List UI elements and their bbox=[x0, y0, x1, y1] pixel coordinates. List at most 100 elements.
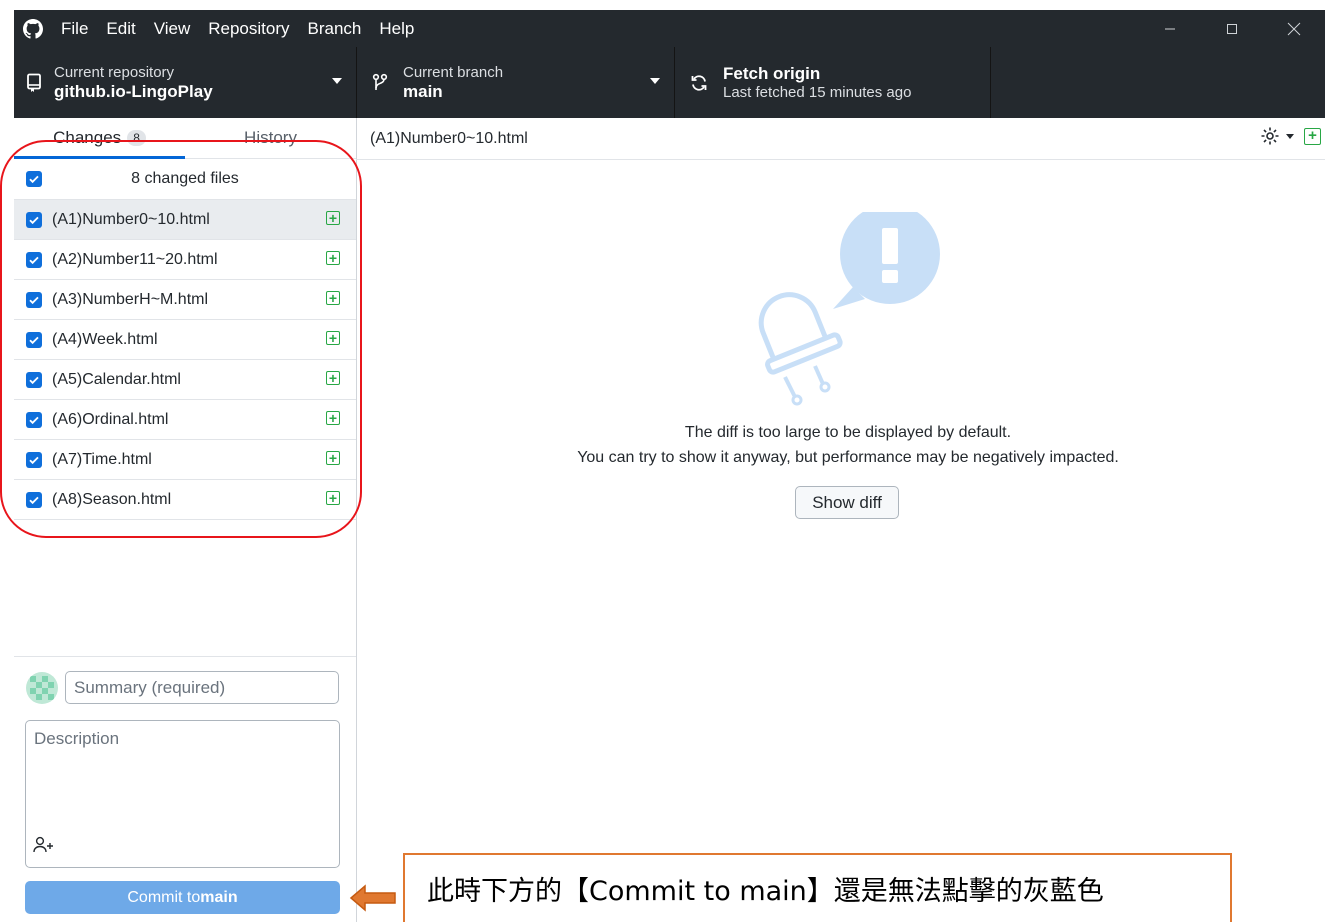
toolbar: Current repository github.io-LingoPlay C… bbox=[14, 47, 1325, 118]
file-added-icon: + bbox=[326, 371, 340, 385]
changed-files-header: 8 changed files bbox=[14, 159, 356, 200]
file-name: (A7)Time.html bbox=[52, 450, 152, 468]
current-repository-button[interactable]: Current repository github.io-LingoPlay bbox=[14, 47, 357, 118]
tab-history[interactable]: History bbox=[185, 118, 356, 158]
file-checkbox[interactable] bbox=[26, 491, 42, 508]
file-row[interactable]: (A2)Number11~20.html + bbox=[14, 240, 356, 280]
callout-arrow-icon bbox=[349, 884, 396, 912]
checkmark-icon bbox=[29, 456, 39, 464]
file-checkbox[interactable] bbox=[26, 211, 42, 228]
changed-files-count: 8 changed files bbox=[131, 170, 239, 187]
minimize-icon bbox=[1165, 28, 1175, 29]
file-added-icon: + bbox=[326, 491, 340, 505]
annotation-callout-text: 此時下方的【Commit to main】還是無法點擊的灰藍色 bbox=[427, 876, 1104, 907]
menu-view[interactable]: View bbox=[145, 19, 200, 39]
file-name: (A3)NumberH~M.html bbox=[52, 290, 209, 308]
changes-count-badge: 8 bbox=[127, 130, 146, 146]
current-branch-name: main bbox=[403, 81, 443, 101]
maximize-icon bbox=[1227, 23, 1237, 34]
avatar bbox=[26, 672, 58, 704]
file-row[interactable]: (A5)Calendar.html + bbox=[14, 360, 356, 400]
current-repository-label: Current repository bbox=[54, 63, 175, 81]
minimize-button[interactable] bbox=[1139, 23, 1201, 35]
file-row[interactable]: (A6)Ordinal.html + bbox=[14, 400, 356, 440]
file-name: (A8)Season.html bbox=[52, 490, 172, 508]
file-name: (A1)Number0~10.html bbox=[52, 210, 210, 228]
file-row[interactable]: (A4)Week.html + bbox=[14, 320, 356, 360]
description-input[interactable]: Description bbox=[25, 720, 340, 868]
diff-file-path: (A1)Number0~10.html bbox=[370, 130, 528, 147]
commit-button-prefix: Commit to bbox=[127, 888, 201, 906]
tab-changes-label: Changes bbox=[53, 128, 122, 147]
title-bar: File Edit View Repository Branch Help bbox=[14, 10, 1325, 47]
chevron-down-icon bbox=[650, 78, 660, 84]
diff-settings-button[interactable] bbox=[1260, 126, 1294, 146]
file-added-icon: + bbox=[326, 211, 340, 225]
repo-icon bbox=[14, 73, 54, 93]
file-checkbox[interactable] bbox=[26, 251, 42, 268]
file-checkbox[interactable] bbox=[26, 331, 42, 348]
file-checkbox[interactable] bbox=[26, 371, 42, 388]
github-logo-icon bbox=[14, 18, 52, 39]
show-diff-button[interactable]: Show diff bbox=[795, 486, 899, 519]
menu-edit[interactable]: Edit bbox=[97, 19, 144, 39]
file-row[interactable]: (A3)NumberH~M.html + bbox=[14, 280, 356, 320]
commit-button-branch: main bbox=[200, 888, 238, 906]
checkmark-icon bbox=[29, 496, 39, 504]
chevron-down-icon bbox=[1286, 133, 1294, 139]
description-placeholder: Description bbox=[34, 729, 120, 748]
window-controls bbox=[1139, 10, 1325, 47]
file-row[interactable]: (A8)Season.html + bbox=[14, 480, 356, 520]
file-added-icon: + bbox=[326, 291, 340, 305]
file-checkbox[interactable] bbox=[26, 291, 42, 308]
close-icon bbox=[1287, 22, 1301, 35]
file-row[interactable]: (A1)Number0~10.html + bbox=[14, 200, 356, 240]
checkmark-icon bbox=[29, 376, 39, 384]
current-repository-name: github.io-LingoPlay bbox=[54, 81, 213, 101]
sidebar: Changes 8 History 8 changed files (A1)Nu… bbox=[14, 118, 357, 923]
commit-form: Summary (required) Description Commit to… bbox=[14, 656, 356, 923]
file-name: (A6)Ordinal.html bbox=[52, 410, 169, 428]
menu-repository[interactable]: Repository bbox=[199, 19, 298, 39]
file-checkbox[interactable] bbox=[26, 411, 42, 428]
tab-changes[interactable]: Changes 8 bbox=[14, 118, 185, 159]
file-added-icon: + bbox=[326, 331, 340, 345]
last-fetched-text: Last fetched 15 minutes ago bbox=[723, 83, 912, 101]
file-name: (A5)Calendar.html bbox=[52, 370, 181, 388]
git-branch-icon bbox=[357, 73, 403, 93]
menu-branch[interactable]: Branch bbox=[299, 19, 371, 39]
file-added-icon: + bbox=[326, 251, 340, 265]
current-branch-label: Current branch bbox=[403, 63, 504, 81]
file-name: (A4)Week.html bbox=[52, 330, 158, 348]
sync-icon bbox=[675, 74, 723, 92]
checkmark-icon bbox=[29, 296, 39, 304]
current-branch-button[interactable]: Current branch main bbox=[357, 47, 675, 118]
menu-file[interactable]: File bbox=[52, 19, 97, 39]
file-added-icon: + bbox=[1304, 127, 1321, 145]
file-added-icon: + bbox=[326, 411, 340, 425]
chevron-down-icon bbox=[332, 78, 342, 84]
menu-help[interactable]: Help bbox=[370, 19, 423, 39]
fetch-origin-button[interactable]: Fetch origin Last fetched 15 minutes ago bbox=[675, 47, 991, 118]
checkmark-icon bbox=[29, 256, 39, 264]
file-row[interactable]: (A7)Time.html + bbox=[14, 440, 356, 480]
file-name: (A2)Number11~20.html bbox=[52, 250, 218, 268]
summary-input[interactable]: Summary (required) bbox=[65, 671, 339, 704]
add-coauthor-icon[interactable] bbox=[33, 836, 55, 859]
gear-icon bbox=[1261, 127, 1279, 145]
diff-too-large-message: The diff is too large to be displayed by… bbox=[540, 420, 1156, 470]
file-added-icon: + bbox=[326, 451, 340, 465]
checkmark-icon bbox=[29, 216, 39, 224]
maximize-button[interactable] bbox=[1201, 23, 1263, 35]
checkmark-icon bbox=[29, 416, 39, 424]
diff-message-line-2: You can try to show it anyway, but perfo… bbox=[577, 449, 1119, 466]
file-checkbox[interactable] bbox=[26, 451, 42, 468]
checkmark-icon bbox=[29, 336, 39, 344]
fetch-origin-title: Fetch origin bbox=[723, 63, 821, 83]
diff-options: + bbox=[1260, 126, 1325, 146]
tab-history-label: History bbox=[244, 128, 297, 147]
commit-button[interactable]: Commit to main bbox=[25, 881, 340, 914]
diff-header: (A1)Number0~10.html + bbox=[356, 118, 1325, 160]
sidebar-tabs: Changes 8 History bbox=[14, 118, 356, 159]
close-button[interactable] bbox=[1263, 22, 1325, 36]
